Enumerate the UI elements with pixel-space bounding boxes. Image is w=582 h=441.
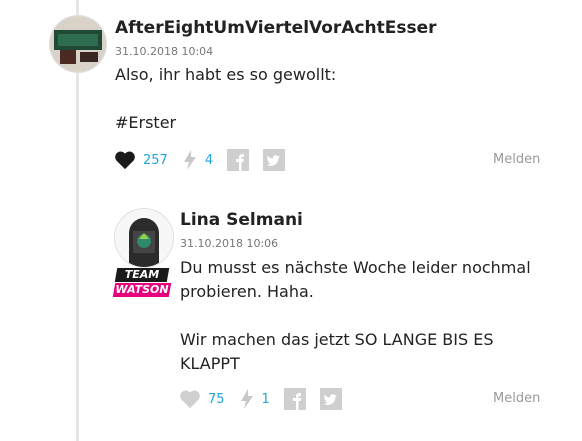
- heart-icon[interactable]: [179, 389, 201, 409]
- flash-count: 4: [204, 152, 214, 168]
- heart-icon[interactable]: [114, 150, 136, 170]
- facebook-icon[interactable]: [283, 388, 306, 410]
- avatar[interactable]: [114, 208, 174, 268]
- like-count: 257: [143, 152, 168, 168]
- comment-date: 31.10.2018 10:04: [115, 45, 214, 58]
- flash-icon[interactable]: [182, 149, 198, 171]
- author-name[interactable]: Lina Selmani: [180, 210, 303, 230]
- avatar[interactable]: [49, 15, 107, 73]
- report-link[interactable]: Melden: [493, 391, 540, 406]
- comment-date: 31.10.2018 10:06: [180, 237, 279, 250]
- flash-count: 1: [261, 391, 270, 407]
- flash-icon[interactable]: [239, 388, 255, 410]
- facebook-icon[interactable]: [227, 149, 250, 171]
- like-count: 75: [208, 391, 225, 407]
- twitter-icon[interactable]: [319, 388, 342, 410]
- team-watson-badge: TEAM WATSON: [112, 268, 172, 298]
- comment-text: Also, ihr habt es so gewollt: #Erster: [115, 65, 337, 132]
- comment-text: Du musst es nächste Woche leider nochmal…: [180, 258, 531, 373]
- comment-actions: 75 1: [179, 386, 342, 412]
- comment-actions: 257 4: [114, 147, 286, 173]
- twitter-icon[interactable]: [263, 149, 286, 171]
- badge-team-text: TEAM: [124, 268, 160, 281]
- badge-watson-text: WATSON: [115, 283, 169, 296]
- author-name[interactable]: AfterEightUmViertelVorAchtEsser: [115, 18, 437, 38]
- report-link[interactable]: Melden: [493, 152, 540, 167]
